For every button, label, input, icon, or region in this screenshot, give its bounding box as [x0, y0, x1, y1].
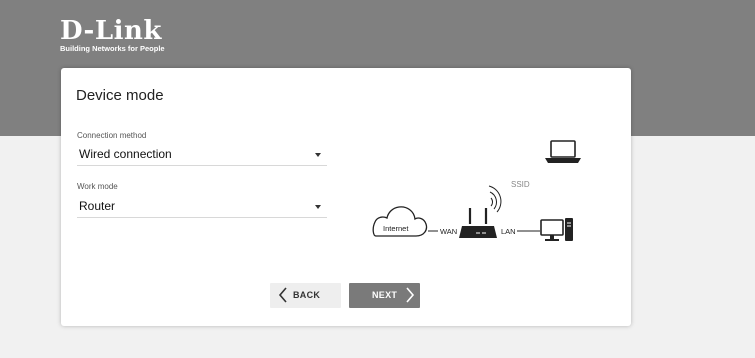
- next-button-label: NEXT: [372, 290, 398, 300]
- logo-wordmark: D-Link: [60, 16, 162, 46]
- logo-tagline: Building Networks for People: [60, 44, 165, 53]
- internet-label: Internet: [383, 224, 409, 233]
- desktop-computer-icon: [540, 218, 573, 241]
- connection-method-label: Connection method: [77, 131, 147, 140]
- wan-label: WAN: [440, 227, 457, 236]
- page-title: Device mode: [76, 87, 164, 104]
- chevron-down-icon: [315, 153, 321, 157]
- back-button[interactable]: BACK: [270, 283, 341, 308]
- router-icon: [459, 208, 497, 238]
- work-mode-value: Router: [79, 199, 116, 213]
- connection-method-select[interactable]: Wired connection: [77, 143, 327, 166]
- connection-method-value: Wired connection: [79, 147, 172, 161]
- chevron-right-icon: [406, 287, 415, 303]
- ssid-label: SSID: [511, 180, 530, 189]
- work-mode-label: Work mode: [77, 182, 118, 191]
- wifi-signal-icon: [488, 185, 502, 213]
- back-button-label: BACK: [293, 290, 321, 300]
- chevron-left-icon: [278, 287, 287, 303]
- dlink-logo: D-Link Building Networks for People: [60, 16, 165, 53]
- network-diagram: SSID Internet WAN LAN: [372, 140, 581, 241]
- lan-label: LAN: [501, 227, 516, 236]
- chevron-down-icon: [315, 205, 321, 209]
- work-mode-select[interactable]: Router: [77, 195, 327, 218]
- next-button[interactable]: NEXT: [349, 283, 420, 308]
- laptop-icon: [545, 140, 581, 163]
- device-mode-card: Device mode Connection method Wired conn…: [61, 68, 631, 326]
